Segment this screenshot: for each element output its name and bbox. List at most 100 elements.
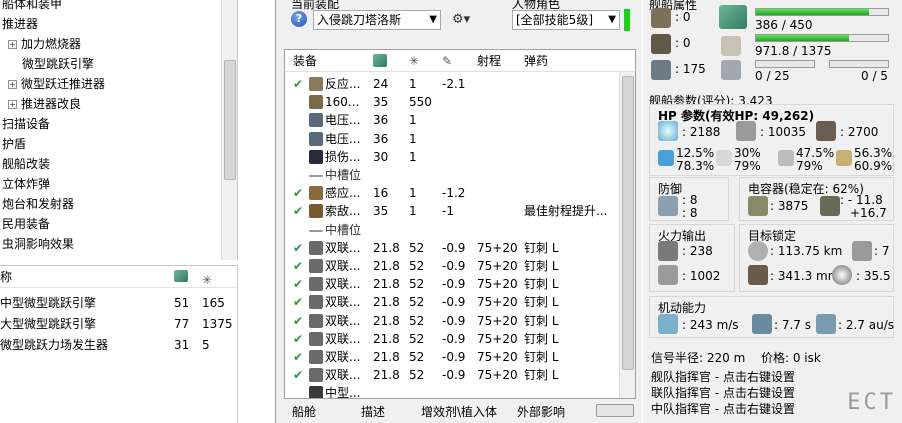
defense-icon <box>658 196 678 216</box>
character-select[interactable]: [全部技能5级] ▼ <box>512 10 620 30</box>
check-icon[interactable]: ✔ <box>293 312 303 330</box>
resist-value: 79% <box>734 159 761 173</box>
check-icon[interactable]: ✔ <box>293 330 303 348</box>
fit-select[interactable]: 入侵跳刀塔洛斯 ▼ <box>313 10 441 30</box>
expand-icon[interactable]: + <box>8 100 17 109</box>
fitting-tab[interactable]: 增效剂\植入体 <box>421 403 497 420</box>
module-pg: 52 <box>409 331 425 346</box>
hull-hp: : 2700 <box>840 125 879 139</box>
list-item[interactable]: 微型跳跃力场发生器 31 5 <box>0 335 237 356</box>
warp-speed-value: : 2.7 au/s <box>838 318 895 332</box>
tree-item[interactable]: 民用装备 <box>2 214 50 234</box>
scrollbar-thumb[interactable] <box>224 60 236 180</box>
module-row[interactable]: ✔ 双联... 21.8 52 -0.9 75+20 钉刺 L <box>285 348 617 366</box>
fitted-list-scrollbar[interactable] <box>619 72 635 398</box>
firepower-section: 火力输出 : 238 : 1002 <box>649 224 735 292</box>
fitting-tab[interactable]: 船舱 <box>292 403 316 420</box>
column-equip[interactable]: 装备 <box>293 50 317 72</box>
tree-item[interactable]: 推进器 <box>2 14 38 34</box>
check-icon[interactable]: ✔ <box>293 239 303 257</box>
cpu-icon[interactable] <box>373 54 387 67</box>
check-icon[interactable]: ✔ <box>293 202 303 220</box>
collapse-button[interactable] <box>596 404 634 417</box>
fleet-booster-3[interactable]: 中队指挥官 - 点击右键设置 <box>651 400 795 417</box>
check-icon[interactable]: ✔ <box>293 366 303 384</box>
module-icon <box>309 386 323 398</box>
module-row[interactable]: ✔ 感应... 16 1 -1.2 <box>285 184 617 202</box>
capacitor-icon[interactable]: ✎ <box>442 50 452 72</box>
module-row[interactable]: ✔ 双联... 21.8 52 -0.9 75+20 钉刺 L <box>285 275 617 293</box>
help-icon[interactable]: ? <box>291 11 307 27</box>
signature-radius: 信号半径: 220 m <box>651 351 746 365</box>
resist-value: 79% <box>796 159 823 173</box>
module-row[interactable]: ✔ 双联... 21.8 52 -0.9 75+20 钉刺 L <box>285 293 617 311</box>
check-icon[interactable]: ✔ <box>293 293 303 311</box>
module-icon <box>309 295 323 310</box>
module-ammo: 钉刺 L <box>524 368 559 383</box>
module-list-header: 称 ✳ <box>0 266 237 288</box>
module-row[interactable]: ✔ 双联... 21.8 52 -0.9 75+20 钉刺 L <box>285 366 617 384</box>
module-row[interactable]: 损伤... 30 1 <box>285 148 617 166</box>
column-range[interactable]: 射程 <box>477 50 501 72</box>
fitting-tab[interactable]: 描述 <box>361 403 385 420</box>
tree-item[interactable]: 虫洞影响效果 <box>2 234 74 254</box>
check-icon[interactable]: ✔ <box>293 257 303 275</box>
list-item[interactable]: 中型微型跳跃引擎 51 165 <box>0 293 237 314</box>
module-row[interactable]: 160... 35 550 <box>285 93 617 111</box>
tree-item[interactable]: 扫描设备 <box>2 114 50 134</box>
module-row[interactable]: ✔ 双联... 21.8 52 -0.9 75+20 钉刺 L <box>285 330 617 348</box>
resist-type-icon <box>836 150 852 166</box>
tree-item[interactable]: 船体和装甲 <box>2 0 62 14</box>
module-pg: 1 <box>409 131 417 146</box>
tree-item[interactable]: + 推进器改良 <box>8 94 81 114</box>
fleet-booster-2[interactable]: 联队指挥官 - 点击右键设置 <box>651 384 795 401</box>
column-name[interactable]: 称 <box>0 266 12 288</box>
empty-slot-row[interactable]: 中槽位 <box>285 221 617 239</box>
module-row[interactable]: 电压... 36 1 <box>285 130 617 148</box>
check-icon[interactable]: ✔ <box>293 75 303 93</box>
check-icon[interactable]: ✔ <box>293 275 303 293</box>
tree-item[interactable]: 立体炸弹 <box>2 174 50 194</box>
check-icon[interactable]: ✔ <box>293 184 303 202</box>
module-name: 中槽位 <box>325 168 362 182</box>
module-pg: 1 <box>409 77 417 91</box>
tree-item[interactable]: 炮台和发射器 <box>2 194 74 214</box>
scrollbar-thumb[interactable] <box>622 76 634 370</box>
expand-icon[interactable]: + <box>8 40 17 49</box>
fleet-booster-1[interactable]: 舰队指挥官 - 点击右键设置 <box>651 368 795 385</box>
tree-item[interactable]: 护盾 <box>2 134 26 154</box>
powergrid-icon[interactable]: ✳ <box>202 269 212 291</box>
module-row[interactable]: 电压... 36 1 <box>285 111 617 129</box>
powergrid-icon[interactable]: ✳ <box>409 50 419 72</box>
tree-scrollbar[interactable] <box>221 0 237 260</box>
module-name: 损伤... <box>325 149 361 164</box>
tree-item[interactable]: + 微型跃迁推进器 <box>8 74 105 94</box>
module-cpu: 36 <box>373 131 389 146</box>
module-cpu: 21.8 <box>373 368 400 383</box>
module-icon <box>309 331 323 346</box>
module-row[interactable]: ✔ 双联... 21.8 52 -0.9 75+20 钉刺 L <box>285 312 617 330</box>
module-row[interactable]: ✔ 双联... 21.8 52 -0.9 75+20 钉刺 L <box>285 257 617 275</box>
drone-count-bar <box>829 60 889 68</box>
tree-item[interactable]: + 加力燃烧器 <box>8 34 81 54</box>
dps-icon <box>658 241 678 261</box>
fit-tools-icon[interactable]: ⚙▾ <box>452 12 470 27</box>
module-ammo: 钉刺 L <box>524 277 559 292</box>
column-ammo[interactable]: 弹药 <box>524 50 548 72</box>
module-row[interactable]: ✔ 索敌... 35 1 -1 最佳射程提升... <box>285 202 617 220</box>
scan-strength-value: : 35.5 <box>856 269 891 283</box>
list-item[interactable]: 大型微型跳跃引擎 77 1375 <box>0 314 237 335</box>
module-ammo: 钉刺 L <box>524 350 559 364</box>
module-row[interactable]: 中型... <box>285 384 617 398</box>
check-icon[interactable]: ✔ <box>293 348 303 366</box>
module-row[interactable]: ✔ 双联... 21.8 52 -0.9 75+20 钉刺 L <box>285 239 617 257</box>
module-row[interactable]: ✔ 反应... 24 1 -2.1 <box>285 75 617 93</box>
tree-item[interactable]: 舰船改装 <box>2 154 50 174</box>
fitting-tab[interactable]: 外部影响 <box>517 403 565 420</box>
expand-icon[interactable]: + <box>8 80 17 89</box>
tree-item[interactable]: 微型跳跃引擎 <box>22 54 95 74</box>
cpu-icon[interactable] <box>174 270 188 282</box>
empty-slot-row[interactable]: 中槽位 <box>285 166 617 184</box>
module-cpu: 30 <box>373 149 389 164</box>
cpu-value: 386 / 450 <box>755 18 813 32</box>
